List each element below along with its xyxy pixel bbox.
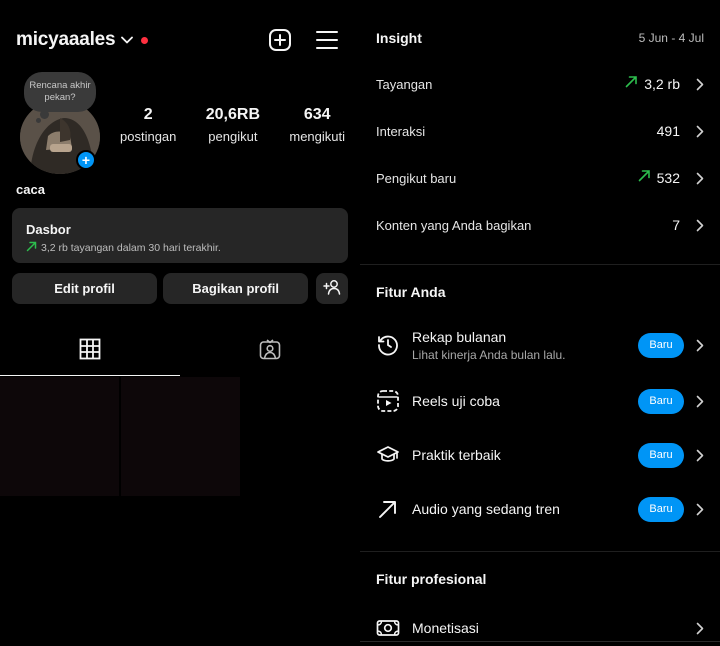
dashboard-title: Dasbor — [26, 222, 71, 237]
feature-best-practices[interactable]: Praktik terbaik Baru — [376, 435, 704, 475]
insight-value: 7 — [672, 217, 680, 233]
stat-label: postingan — [120, 129, 177, 144]
chevron-right-icon — [696, 395, 704, 408]
trend-arrow-icon — [376, 497, 400, 521]
feature-label: Praktik terbaik — [412, 447, 501, 463]
section-divider — [360, 551, 720, 552]
chevron-right-icon — [696, 125, 704, 138]
profile-actions: Edit profil Bagikan profil — [12, 273, 348, 304]
insight-row-new-followers[interactable]: Pengikut baru 532 — [376, 166, 704, 190]
new-badge: Baru — [638, 388, 684, 414]
feature-label: Rekap bulanan — [412, 328, 507, 345]
insight-row-content-shared[interactable]: Konten yang Anda bagikan 7 — [376, 213, 704, 237]
stat-followers[interactable]: 20,6RB pengikut — [206, 106, 260, 144]
section-title-your-features: Fitur Anda — [376, 284, 446, 300]
profile-pane: micyaaales + Rencana akhir pekan? 2 post… — [0, 0, 360, 646]
post-thumbnail[interactable] — [121, 377, 240, 496]
reels-icon — [376, 389, 400, 413]
insight-label: Interaksi — [376, 123, 426, 139]
stat-number: 634 — [303, 106, 331, 123]
insights-pane: Insight 5 Jun - 4 Jul Tayangan 3,2 rb In… — [360, 0, 720, 646]
add-person-icon — [323, 279, 341, 298]
notification-dot — [141, 36, 149, 44]
insight-label: Pengikut baru — [376, 170, 457, 186]
tagged-person-icon — [259, 338, 281, 365]
username[interactable]: micyaaales — [16, 29, 116, 51]
create-post-icon[interactable] — [268, 28, 292, 52]
trend-up-icon — [638, 169, 651, 187]
graduation-cap-icon — [376, 443, 400, 467]
dashboard-card[interactable]: Dasbor 3,2 rb tayangan dalam 30 hari ter… — [12, 208, 348, 263]
chevron-down-icon[interactable] — [121, 34, 134, 46]
insight-value: 491 — [656, 123, 680, 139]
chevron-right-icon — [696, 622, 704, 635]
post-thumbnail[interactable] — [0, 377, 119, 496]
add-story-plus-icon[interactable]: + — [76, 150, 96, 170]
trend-up-icon — [26, 241, 37, 255]
trend-up-icon — [625, 75, 638, 93]
section-divider — [360, 264, 720, 265]
tab-posts-grid[interactable] — [0, 332, 180, 376]
display-name: caca — [16, 182, 45, 197]
profile-header: micyaaales — [16, 26, 338, 54]
insight-row-interactions[interactable]: Interaksi 491 — [376, 119, 704, 143]
note-bubble[interactable]: Rencana akhir pekan? — [24, 72, 96, 112]
header-actions — [268, 28, 338, 52]
new-badge: Baru — [638, 332, 684, 358]
money-icon — [376, 616, 400, 640]
discover-people-button[interactable] — [316, 273, 348, 304]
stat-following[interactable]: 634 mengikuti — [289, 106, 345, 144]
feature-monthly-recap[interactable]: Rekap bulanan Lihat kinerja Anda bulan l… — [376, 325, 704, 365]
insight-date-range[interactable]: 5 Jun - 4 Jul — [639, 31, 704, 45]
dashboard-subtitle: 3,2 rb tayangan dalam 30 hari terakhir. — [41, 242, 221, 254]
stat-label: mengikuti — [289, 129, 345, 144]
history-icon — [376, 333, 400, 357]
posts-grid — [0, 377, 240, 496]
feature-subtitle: Lihat kinerja Anda bulan lalu. — [412, 347, 566, 362]
insight-label: Tayangan — [376, 76, 433, 92]
profile-stats: 2 postingan 20,6RB pengikut 634 mengikut… — [120, 106, 345, 144]
dashboard-subtitle-row: 3,2 rb tayangan dalam 30 hari terakhir. — [26, 241, 334, 255]
stat-number: 2 — [143, 106, 153, 123]
chevron-right-icon — [696, 503, 704, 516]
insight-label: Konten yang Anda bagikan — [376, 217, 532, 233]
stat-number: 20,6RB — [205, 106, 260, 123]
chevron-right-icon — [696, 449, 704, 462]
stat-posts[interactable]: 2 postingan — [120, 106, 176, 144]
feature-trending-audio[interactable]: Audio yang sedang tren Baru — [376, 489, 704, 529]
share-profile-button[interactable]: Bagikan profil — [163, 273, 309, 304]
insight-value: 3,2 rb — [644, 76, 680, 92]
edit-profile-button[interactable]: Edit profil — [12, 273, 158, 304]
new-badge: Baru — [638, 496, 684, 522]
feature-label: Monetisasi — [412, 620, 479, 636]
feature-trial-reels[interactable]: Reels uji coba Baru — [376, 381, 704, 421]
chevron-right-icon — [696, 172, 704, 185]
note-bubble-tail — [40, 110, 49, 119]
section-title-professional-features: Fitur profesional — [376, 571, 487, 587]
chevron-right-icon — [696, 219, 704, 232]
stat-label: pengikut — [208, 129, 258, 144]
grid-icon — [79, 338, 101, 365]
note-bubble-tail-small — [36, 118, 41, 123]
feature-label: Audio yang sedang tren — [412, 501, 560, 517]
bottom-divider — [360, 641, 720, 642]
profile-tabs — [0, 332, 360, 376]
menu-icon[interactable] — [316, 30, 338, 50]
insight-value: 532 — [656, 170, 680, 186]
insight-header: Insight 5 Jun - 4 Jul — [376, 30, 704, 46]
tab-tagged[interactable] — [180, 332, 360, 376]
chevron-right-icon — [696, 78, 704, 91]
chevron-right-icon — [696, 339, 704, 352]
insight-title: Insight — [376, 30, 422, 46]
insight-row-views[interactable]: Tayangan 3,2 rb — [376, 72, 704, 96]
new-badge: Baru — [638, 442, 684, 468]
feature-label: Reels uji coba — [412, 393, 500, 409]
